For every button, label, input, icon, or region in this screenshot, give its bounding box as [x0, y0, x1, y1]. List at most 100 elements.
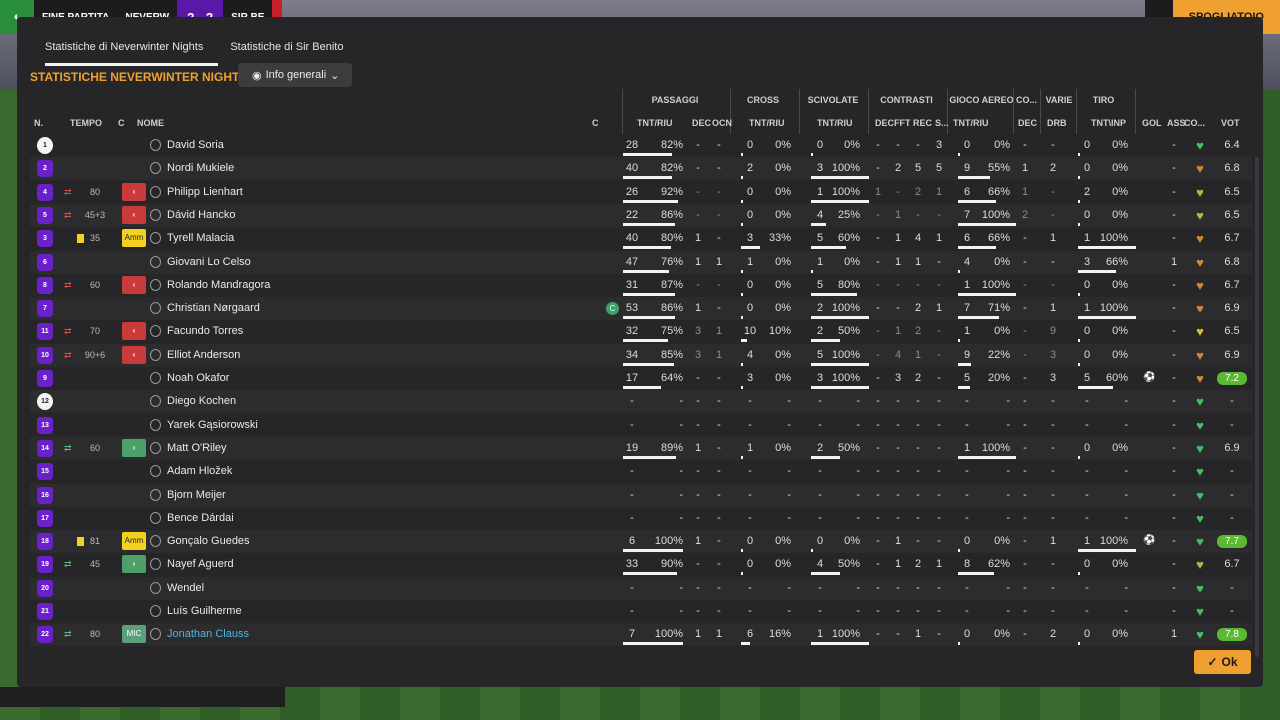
stat-cell: - [679, 465, 683, 478]
table-row[interactable]: 12 Diego Kochen - - - - - - - - - - - - - - - - - - - ♥ - [30, 390, 1252, 414]
table-row[interactable]: 14 ⇄ 60 › Matt O'Riley 19 89% 1-1 0% 2 50% - - - -1 100… [30, 436, 1252, 460]
player-name[interactable]: Luís Guilherme [167, 600, 242, 623]
player-profile-icon[interactable] [150, 395, 161, 408]
stat-cell: 0 [963, 139, 971, 151]
stat-cell: - [717, 162, 721, 175]
table-row[interactable]: 9 Noah Okafor 17 64% - -3 0% 3 100% -3 2-5 20% -3 5 60… [30, 367, 1252, 390]
stat-cell: 0% [1112, 628, 1128, 641]
tab-home-stats[interactable]: Statistiche di Neverwinter Nights [45, 39, 219, 66]
player-profile-icon[interactable] [150, 278, 161, 291]
stat-cell: - [1023, 558, 1027, 571]
player-name[interactable]: Yarek Gąsiorowski [167, 414, 258, 437]
player-profile-icon[interactable] [150, 418, 161, 431]
player-profile-icon[interactable] [150, 208, 161, 221]
player-name[interactable]: Adam Hložek [167, 460, 232, 483]
player-profile-icon[interactable] [150, 511, 161, 524]
player-profile-icon[interactable] [150, 185, 161, 198]
player-profile-icon[interactable] [150, 465, 161, 478]
stat-cell: - [896, 581, 900, 594]
player-name[interactable]: Nayef Aguerd [167, 553, 234, 576]
player-profile-icon[interactable] [150, 581, 161, 594]
table-row[interactable]: 3 35 Amm Tyrell Malacia 40 80% 1-3 33% 5 60% -1 4 1 6… [30, 227, 1252, 250]
table-row[interactable]: 8 ⇄ 60 ‹ Rolando Mandragora 31 87% - -0 0% 5 80% - - -… [30, 274, 1252, 297]
table-row[interactable]: 7 Christian Nørgaard C 53 86% 1-0 0% 2 100% - -2 1 7… [30, 297, 1252, 321]
stat-cell: 3 [746, 372, 754, 384]
view-dropdown[interactable]: ◉ Info generali ⌄ [238, 63, 352, 87]
table-row[interactable]: 19 ⇄ 45 › Nayef Aguerd 33 90% - -0 0% 4 50% -1 2 1 8 62%… [30, 553, 1252, 576]
view-dropdown-label: Info generali [265, 69, 327, 81]
player-name[interactable]: Diego Kochen [167, 390, 236, 413]
table-row[interactable]: 20 Wendel - - - - - - - - - - - - - - - - - - - ♥ - [30, 576, 1252, 600]
player-name[interactable]: Giovani Lo Celso [167, 251, 251, 274]
player-name[interactable]: Jonathan Clauss [167, 623, 249, 646]
stat-cell: - [1172, 325, 1176, 338]
player-profile-icon[interactable] [150, 372, 161, 384]
player-name[interactable]: Philipp Lienhart [167, 181, 243, 204]
player-name[interactable]: Gonçalo Guedes [167, 530, 250, 553]
stat-cell: - [787, 581, 791, 594]
player-profile-icon[interactable] [150, 348, 161, 361]
percent-bar [958, 339, 960, 343]
stat-cell: - [965, 418, 969, 431]
stat-cell: 0% [994, 139, 1010, 151]
player-name[interactable]: Tyrell Malacia [167, 227, 234, 250]
stat-cell: - [876, 511, 880, 524]
stat-cell: - [937, 628, 941, 641]
table-row[interactable]: 2 Nordi Mukiele 40 82% - -2 0% 3 100% -2 5 5 9 55% 1 2 0… [30, 157, 1252, 181]
table-row[interactable]: 15 Adam Hložek - - - - - - - - - - - - - - - - - - - ♥ - [30, 460, 1252, 483]
player-profile-icon[interactable] [150, 441, 161, 454]
table-row[interactable]: 4 ⇄ 80 ‹ Philipp Lienhart 26 92% - -0 0% 1 100% 1-2 1… [30, 181, 1252, 204]
group-divider [799, 89, 800, 134]
player-name[interactable]: Elliot Anderson [167, 344, 240, 367]
table-row[interactable]: 10 ⇄ 90+6 ‹ Elliot Anderson 34 85% 3 1 4 0% 5 100% -4… [30, 343, 1252, 367]
player-profile-icon[interactable] [150, 139, 161, 151]
table-row[interactable]: 17 Bence Dárdai - - - - - - - - - - - - - - - - - - - ♥ - [30, 507, 1252, 530]
booked-badge: Amm [122, 532, 146, 551]
stat-cell: 1 [1170, 255, 1178, 268]
player-profile-icon[interactable] [150, 488, 161, 501]
table-row[interactable]: 18 81 Amm Gonçalo Guedes 6 100% 1-0 0% 0 0% -1- -0 0… [30, 530, 1252, 554]
percent-bar [1078, 246, 1136, 250]
player-profile-icon[interactable] [150, 162, 161, 175]
player-name[interactable]: Rolando Mandragora [167, 274, 270, 297]
table-row[interactable]: 21 Luís Guilherme - - - - - - - - - - - - - - - - - - - ♥ - [30, 600, 1252, 623]
player-name[interactable]: David Soria [167, 134, 224, 157]
ok-button[interactable]: ✓ Ok [1194, 650, 1251, 674]
player-profile-icon[interactable] [150, 628, 161, 641]
player-profile-icon[interactable] [150, 232, 161, 245]
scrollbar[interactable] [1255, 157, 1259, 657]
stat-cell: - [717, 208, 721, 221]
tab-away-stats[interactable]: Statistiche di Sir Benito [230, 39, 358, 66]
stat-cell: - [856, 511, 860, 524]
player-name[interactable]: Noah Okafor [167, 367, 229, 390]
stat-cell: - [1172, 232, 1176, 245]
player-name[interactable]: Christian Nørgaard [167, 297, 260, 320]
player-profile-icon[interactable] [150, 325, 161, 338]
table-row[interactable]: 22 ⇄ 80 MIC Jonathan Clauss 7 100% 1 1 6 16% 1 100% -… [30, 623, 1252, 647]
player-name[interactable]: Wendel [167, 577, 204, 600]
player-profile-icon[interactable] [150, 302, 161, 315]
table-row[interactable]: 1 David Soria 28 82% - -0 0% 0 0% - - -3 0 0% - -0 0% - ♥ 6… [30, 134, 1252, 157]
player-name[interactable]: Matt O'Riley [167, 437, 227, 460]
stat-cell: 0 [1083, 325, 1091, 338]
table-row[interactable]: 5 ⇄ 45+3 ‹ Dávid Hancko 22 86% - -0 0% 4 25% -1- -7 10… [30, 203, 1252, 227]
player-name[interactable]: Nordi Mukiele [167, 157, 234, 180]
player-profile-icon[interactable] [150, 535, 161, 548]
table-row[interactable]: 13 Yarek Gąsiorowski - - - - - - - - - - - - - - - - - - - ♥ - [30, 414, 1252, 437]
player-name[interactable]: Bjorn Meijer [167, 484, 226, 507]
rating-value: 7.7 [1217, 535, 1247, 549]
percent-bar [958, 222, 1016, 226]
player-profile-icon[interactable] [150, 605, 161, 617]
stat-cell: - [896, 278, 900, 291]
player-name[interactable]: Facundo Torres [167, 320, 243, 343]
group-header-6: VARIE [1045, 95, 1073, 105]
stat-cell: - [1085, 395, 1089, 408]
table-row[interactable]: 16 Bjorn Meijer - - - - - - - - - - - - - - - - - - - ♥ - [30, 483, 1252, 507]
player-profile-icon[interactable] [150, 255, 161, 268]
stat-cell: - [717, 558, 721, 571]
table-row[interactable]: 6 Giovani Lo Celso 47 76% 1 1 1 0% 1 0% -1 1-4 0% - -3… [30, 250, 1252, 274]
player-profile-icon[interactable] [150, 558, 161, 571]
player-name[interactable]: Dávid Hancko [167, 204, 235, 227]
player-name[interactable]: Bence Dárdai [167, 507, 234, 530]
table-row[interactable]: 11 ⇄ 70 ‹ Facundo Torres 32 75% 3 1 10 10% 2 50% -1 2-… [30, 320, 1252, 343]
